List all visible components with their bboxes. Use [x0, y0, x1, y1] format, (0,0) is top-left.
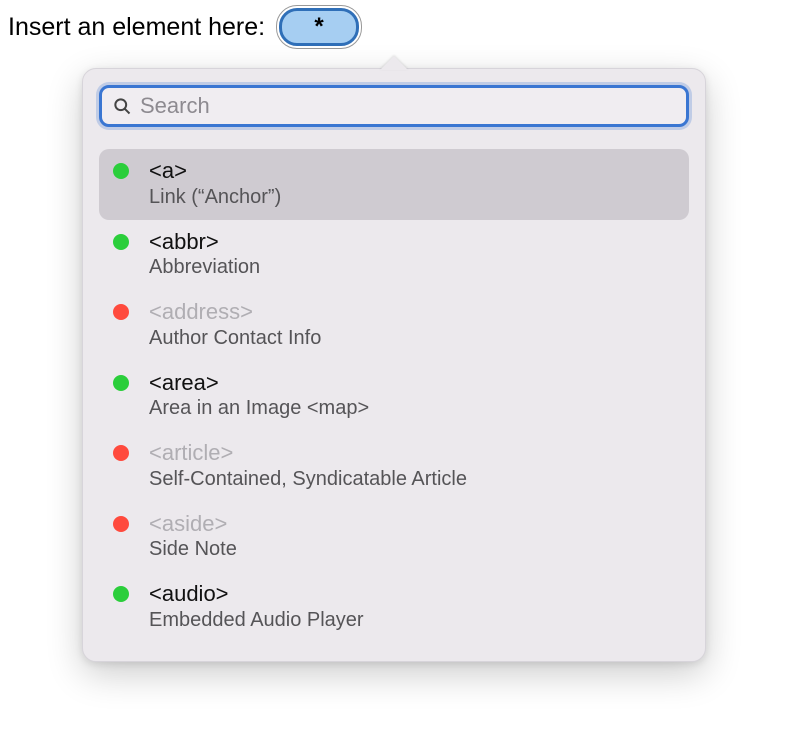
element-tag: <abbr> — [149, 228, 260, 256]
element-option-text: <audio>Embedded Audio Player — [149, 580, 364, 633]
element-option[interactable]: <article>Self-Contained, Syndicatable Ar… — [99, 431, 689, 502]
element-picker-popover: <a>Link (“Anchor”) <abbr>Abbreviation <add… — [82, 68, 706, 662]
status-dot-icon — [113, 234, 129, 250]
element-tag: <area> — [149, 369, 369, 397]
element-tag: <article> — [149, 439, 467, 467]
element-option-text: <abbr>Abbreviation — [149, 228, 260, 281]
element-description: Embedded Audio Player — [149, 608, 364, 633]
search-icon — [112, 96, 132, 116]
element-option[interactable]: <abbr>Abbreviation — [99, 220, 689, 291]
prompt-row: Insert an element here: * — [0, 0, 788, 46]
insert-element-button-text: * — [314, 13, 323, 41]
element-option-text: <address>Author Contact Info — [149, 298, 321, 351]
element-description: Link (“Anchor”) — [149, 185, 281, 210]
status-dot-icon — [113, 516, 129, 532]
element-tag: <a> — [149, 157, 281, 185]
element-option[interactable]: <audio>Embedded Audio Player — [99, 572, 689, 643]
element-tag: <audio> — [149, 580, 364, 608]
popover-body: <a>Link (“Anchor”) <abbr>Abbreviation <add… — [82, 68, 706, 662]
element-description: Self-Contained, Syndicatable Article — [149, 467, 467, 492]
element-option-text: <article>Self-Contained, Syndicatable Ar… — [149, 439, 467, 492]
insert-element-button[interactable]: * — [279, 8, 359, 46]
element-description: Area in an Image <map> — [149, 396, 369, 421]
element-option[interactable]: <aside>Side Note — [99, 502, 689, 573]
status-dot-icon — [113, 304, 129, 320]
search-input[interactable] — [140, 93, 676, 119]
element-option-text: <area>Area in an Image <map> — [149, 369, 369, 422]
element-option[interactable]: <address>Author Contact Info — [99, 290, 689, 361]
popover-arrow — [380, 56, 408, 70]
prompt-label: Insert an element here: — [8, 13, 265, 42]
status-dot-icon — [113, 375, 129, 391]
status-dot-icon — [113, 445, 129, 461]
element-description: Abbreviation — [149, 255, 260, 280]
search-field[interactable] — [99, 85, 689, 127]
element-option-text: <aside>Side Note — [149, 510, 237, 563]
element-tag: <aside> — [149, 510, 237, 538]
element-option-text: <a>Link (“Anchor”) — [149, 157, 281, 210]
status-dot-icon — [113, 163, 129, 179]
status-dot-icon — [113, 586, 129, 602]
element-description: Author Contact Info — [149, 326, 321, 351]
element-option[interactable]: <a>Link (“Anchor”) — [99, 149, 689, 220]
element-option[interactable]: <area>Area in an Image <map> — [99, 361, 689, 432]
element-description: Side Note — [149, 537, 237, 562]
element-list: <a>Link (“Anchor”) <abbr>Abbreviation <add… — [99, 149, 689, 643]
element-tag: <address> — [149, 298, 321, 326]
